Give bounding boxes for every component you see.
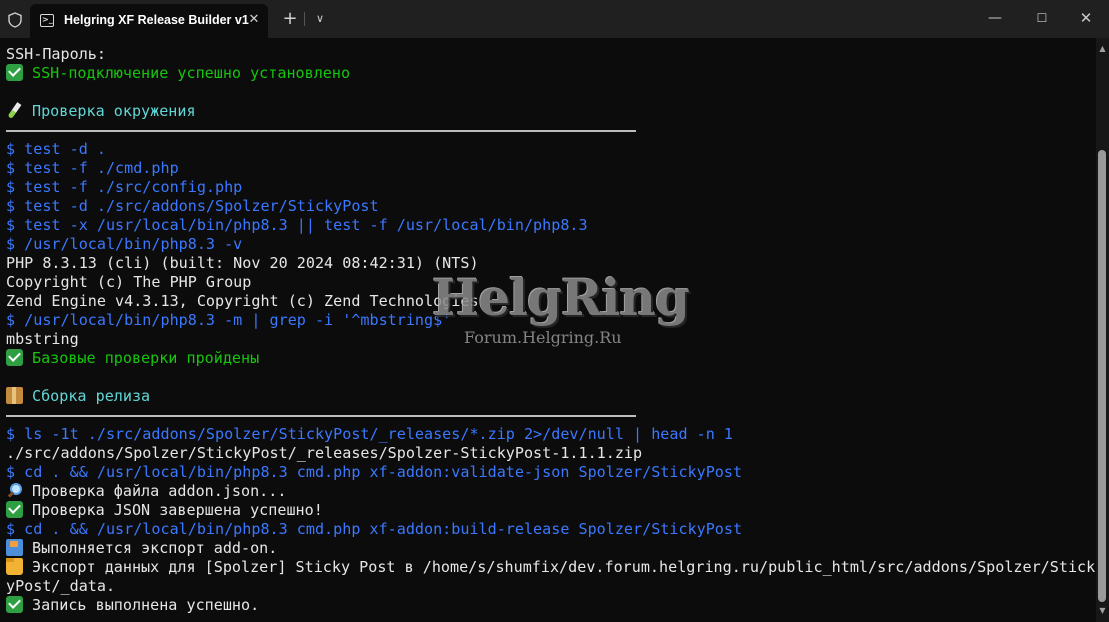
terminal-command: $ test -x /usr/local/bin/php8.3 || test … <box>6 216 588 234</box>
tab-separator <box>304 12 305 26</box>
terminal-command: $ /usr/local/bin/php8.3 -v <box>6 235 243 253</box>
terminal-line: Выполняется экспорт add-on. <box>6 539 277 558</box>
watermark-logo: HelgRing <box>432 268 690 327</box>
watermark-url: Forum.Helgring.Ru <box>464 328 622 347</box>
terminal-line: PHP 8.3.13 (cli) (built: Nov 20 2024 08:… <box>6 254 479 272</box>
terminal-line: Экспорт данных для [Spolzer] Sticky Post… <box>6 558 1095 577</box>
folder-icon <box>6 558 23 575</box>
terminal-line-success: SSH-подключение успешно установлено <box>6 64 350 83</box>
terminal-line: yPost/_data. <box>6 577 116 595</box>
section-divider <box>6 415 636 417</box>
terminal-line: Запись выполнена успешно. <box>6 596 259 615</box>
terminal-line: Copyright (c) The PHP Group <box>6 273 252 291</box>
close-icon[interactable]: ✕ <box>1063 4 1109 32</box>
terminal-command: $ test -d . <box>6 140 106 158</box>
scroll-down-icon[interactable]: ▼ <box>1098 606 1107 616</box>
terminal-line: Проверка JSON завершена успешно! <box>6 501 323 520</box>
section-divider <box>6 130 636 132</box>
terminal-command: $ cd . && /usr/local/bin/php8.3 cmd.php … <box>6 463 743 481</box>
tab-terminal[interactable]: >_ Helgring XF Release Builder v1 ✕ <box>30 4 268 38</box>
check-mark-icon <box>6 501 23 518</box>
terminal-line: Проверка файла addon.json... <box>6 482 286 501</box>
section-heading: Сборка релиза <box>6 387 150 406</box>
scroll-up-icon[interactable]: ▲ <box>1098 44 1107 54</box>
chevron-down-icon[interactable]: ∨ <box>310 8 330 30</box>
terminal-line: Zend Engine v4.3.13, Copyright (c) Zend … <box>6 292 479 310</box>
terminal-line: mbstring <box>6 330 79 348</box>
terminal-command: $ test -f ./cmd.php <box>6 159 179 177</box>
terminal-icon: >_ <box>40 14 54 27</box>
scrollbar-thumb[interactable] <box>1098 150 1106 602</box>
test-tube-icon <box>6 102 23 119</box>
terminal-line: ./src/addons/Spolzer/StickyPost/_release… <box>6 444 643 462</box>
terminal-command: $ test -f ./src/config.php <box>6 178 243 196</box>
terminal-line-success: Базовые проверки пройдены <box>6 349 259 368</box>
minimize-icon[interactable]: — <box>972 4 1018 32</box>
check-mark-icon <box>6 596 23 613</box>
shield-icon[interactable] <box>7 12 23 28</box>
terminal-command: $ test -d ./src/addons/Spolzer/StickyPos… <box>6 197 379 215</box>
package-icon <box>6 387 23 404</box>
maximize-icon[interactable]: ☐ <box>1019 4 1065 32</box>
title-bar: >_ Helgring XF Release Builder v1 ✕ + ∨ … <box>0 0 1109 38</box>
magnifier-icon <box>6 482 23 499</box>
terminal-command: $ ls -1t ./src/addons/Spolzer/StickyPost… <box>6 425 733 443</box>
check-mark-icon <box>6 64 23 81</box>
section-heading: Проверка окружения <box>6 102 196 121</box>
check-mark-icon <box>6 349 23 366</box>
outbox-icon <box>6 539 23 556</box>
terminal-command: $ /usr/local/bin/php8.3 -m | grep -i '^m… <box>6 311 452 329</box>
tab-title: Helgring XF Release Builder v1 <box>64 13 249 27</box>
terminal-line: SSH-Пароль: <box>6 45 106 63</box>
tab-close-icon[interactable]: ✕ <box>246 10 262 30</box>
terminal-command: $ cd . && /usr/local/bin/php8.3 cmd.php … <box>6 520 743 538</box>
new-tab-button[interactable]: + <box>280 8 300 30</box>
